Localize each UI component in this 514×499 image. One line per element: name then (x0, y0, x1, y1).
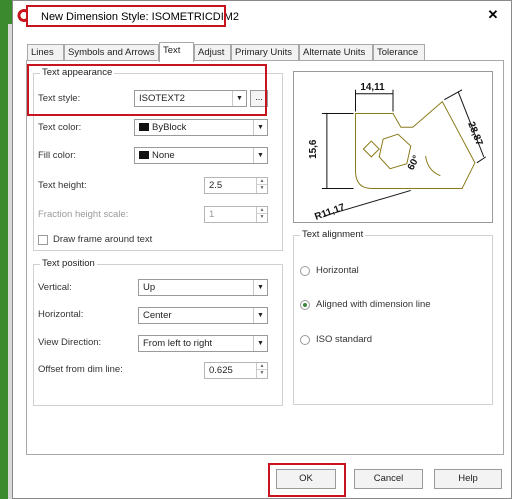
color-swatch-icon (139, 123, 149, 131)
tab-symbols-and-arrows[interactable]: Symbols and Arrows (64, 44, 159, 61)
dimension-style-dialog: New Dimension Style: ISOMETRICDIM2 ✕ Lin… (12, 0, 512, 499)
chevron-down-icon: ▼ (253, 336, 267, 351)
offset-value: 0.625 (209, 365, 233, 376)
window-title: New Dimension Style: ISOMETRICDIM2 (41, 11, 240, 23)
view-direction-value: From left to right (143, 338, 213, 349)
tab-alternate-units[interactable]: Alternate Units (299, 44, 373, 61)
preview-dim-radius: R11,17 (313, 202, 347, 223)
chevron-down-icon: ▼ (232, 91, 246, 106)
spinner-arrows-icon[interactable]: ▲ ▼ (256, 363, 267, 378)
spinner-arrows-icon[interactable]: ▲ ▼ (256, 207, 267, 222)
text-appearance-group: Text appearance Text style: ISOTEXT2 ▼ .… (33, 67, 283, 251)
text-alignment-group: Text alignment Horizontal Aligned with d… (293, 229, 493, 405)
draw-frame-checkbox[interactable] (38, 235, 48, 245)
text-height-value: 2.5 (209, 180, 223, 191)
text-tab-panel: Text appearance Text style: ISOTEXT2 ▼ .… (26, 60, 504, 455)
horizontal-value: Center (143, 310, 172, 321)
tab-lines[interactable]: Lines (27, 44, 64, 61)
alignment-horizontal-label: Horizontal (316, 265, 359, 276)
chevron-down-icon: ▼ (253, 120, 267, 135)
tab-primary-units[interactable]: Primary Units (231, 44, 299, 61)
view-direction-select[interactable]: From left to right ▼ (138, 335, 268, 352)
text-style-value: ISOTEXT2 (139, 93, 185, 104)
text-placement-label: Text position (40, 258, 97, 269)
offset-input[interactable]: 0.625 ▲ ▼ (204, 362, 268, 379)
alignment-horizontal-radio[interactable] (300, 266, 310, 276)
text-height-input[interactable]: 2.5 ▲ ▼ (204, 177, 268, 194)
tab-text[interactable]: Text (159, 42, 194, 62)
fraction-height-scale-label: Fraction height scale: (38, 209, 129, 220)
text-color-select[interactable]: ByBlock ▼ (134, 119, 268, 136)
tab-adjust[interactable]: Adjust (194, 44, 231, 61)
chevron-down-icon: ▼ (253, 308, 267, 323)
text-style-select[interactable]: ISOTEXT2 ▼ (134, 90, 247, 107)
text-style-browse-button[interactable]: ... (250, 90, 268, 107)
preview-dim-right: 28,87 (465, 120, 485, 147)
horizontal-select[interactable]: Center ▼ (138, 307, 268, 324)
chevron-down-icon: ▼ (253, 280, 267, 295)
alignment-aligned-radio[interactable] (300, 300, 310, 310)
tab-tolerance[interactable]: Tolerance (373, 44, 425, 61)
preview-dim-top: 14,11 (360, 82, 385, 93)
vertical-label: Vertical: (38, 282, 72, 293)
vertical-select[interactable]: Up ▼ (138, 279, 268, 296)
text-placement-group: Text position Vertical: Up ▼ Horizontal:… (33, 258, 283, 406)
cancel-button[interactable]: Cancel (354, 469, 423, 489)
text-height-label: Text height: (38, 180, 87, 191)
text-alignment-label: Text alignment (300, 229, 366, 240)
ok-button[interactable]: OK (276, 469, 336, 489)
spinner-arrows-icon[interactable]: ▲ ▼ (256, 178, 267, 193)
help-button[interactable]: Help (434, 469, 502, 489)
text-style-label: Text style: (38, 93, 81, 104)
chevron-down-icon: ▼ (253, 148, 267, 163)
preview-dim-left: 15,6 (308, 139, 319, 159)
fill-color-label: Fill color: (38, 150, 77, 161)
vertical-value: Up (143, 282, 156, 293)
text-appearance-label: Text appearance (40, 67, 115, 78)
fill-color-value: None (152, 150, 175, 161)
text-color-value: ByBlock (152, 122, 187, 133)
background-window-edge (0, 0, 12, 499)
view-direction-label: View Direction: (38, 337, 102, 348)
fraction-height-scale-input[interactable]: 1 ▲ ▼ (204, 206, 268, 223)
offset-label: Offset from dim line: (38, 364, 123, 375)
fraction-height-scale-value: 1 (209, 209, 215, 220)
alignment-iso-radio[interactable] (300, 335, 310, 345)
title-bar[interactable]: New Dimension Style: ISOMETRICDIM2 ✕ (13, 1, 511, 29)
autocad-app-icon (17, 9, 28, 22)
alignment-iso-label: ISO standard (316, 334, 372, 345)
text-color-label: Text color: (38, 122, 82, 133)
close-icon[interactable]: ✕ (485, 7, 501, 23)
draw-frame-label: Draw frame around text (53, 234, 153, 245)
dimension-preview: 14,11 15,6 28,87 60° R11,17 (293, 71, 493, 223)
alignment-aligned-label: Aligned with dimension line (316, 299, 431, 310)
fill-color-select[interactable]: None ▼ (134, 147, 268, 164)
color-swatch-icon (139, 151, 149, 159)
horizontal-label: Horizontal: (38, 309, 84, 320)
